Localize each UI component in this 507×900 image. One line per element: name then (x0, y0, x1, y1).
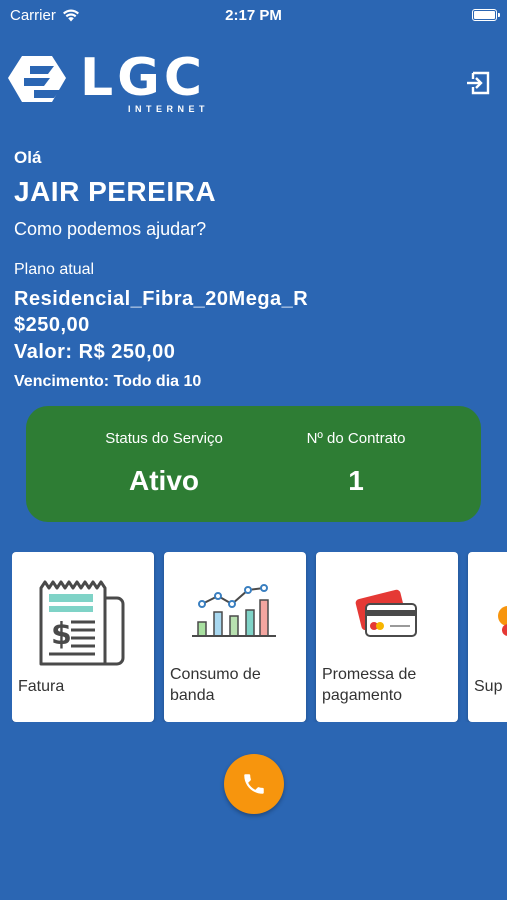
support-icon (468, 574, 507, 654)
menu-card-label: Fatura (18, 678, 65, 695)
service-status: Status do Serviço Ativo (64, 430, 264, 497)
logout-button[interactable] (465, 70, 491, 96)
phone-icon (244, 774, 264, 794)
contract-number-value: 1 (348, 465, 364, 496)
plan-name: Residencial_Fibra_20Mega_R$250,00 (14, 288, 309, 336)
plan-label: Plano atual (14, 261, 95, 278)
status-bar: Carrier 2:17 PM (0, 0, 507, 30)
carrier-label: Carrier (10, 6, 56, 24)
plan-value: Valor: R$ 250,00 (14, 341, 176, 363)
user-name: JAIR PEREIRA (14, 176, 217, 207)
call-button[interactable] (224, 754, 284, 814)
service-status-value: Ativo (129, 465, 199, 496)
help-text: Como podemos ajudar? (14, 219, 207, 239)
greeting: Olá (14, 148, 42, 167)
logout-icon (467, 71, 490, 95)
logo-tagline: INTERNET (128, 104, 209, 114)
status-left: Carrier (10, 7, 80, 24)
logo-text: LGC (80, 48, 206, 108)
bandwidth-chart-icon (164, 574, 306, 654)
contract-number: Nº do Contrato 1 (256, 430, 456, 497)
battery-icon (472, 9, 500, 21)
menu-cards-carousel[interactable]: $ Fatura Consumo de banda Promessa de pa… (12, 552, 507, 722)
menu-card-suporte[interactable]: Sup (468, 552, 507, 722)
menu-card-promessa-de-pagamento[interactable]: Promessa de pagamento (316, 552, 458, 722)
credit-card-icon (316, 574, 458, 654)
menu-card-label: Sup (474, 678, 503, 695)
service-status-label: Status do Serviço (105, 430, 223, 447)
logo-mark-icon (8, 56, 66, 102)
service-status-card: Status do Serviço Ativo Nº do Contrato 1 (26, 406, 481, 522)
menu-card-label: Consumo de banda (170, 666, 261, 704)
menu-card-consumo-de-banda[interactable]: Consumo de banda (164, 552, 306, 722)
invoice-icon: $ (12, 574, 154, 666)
svg-text:$: $ (51, 617, 72, 652)
plan-due-date: Vencimento: Todo dia 10 (14, 373, 202, 390)
brand-logo: LGC INTERNET (8, 46, 213, 120)
menu-card-label: Promessa de pagamento (322, 666, 417, 704)
menu-card-fatura[interactable]: $ Fatura (12, 552, 154, 722)
contract-number-label: Nº do Contrato (306, 430, 406, 447)
wifi-icon (62, 8, 79, 21)
